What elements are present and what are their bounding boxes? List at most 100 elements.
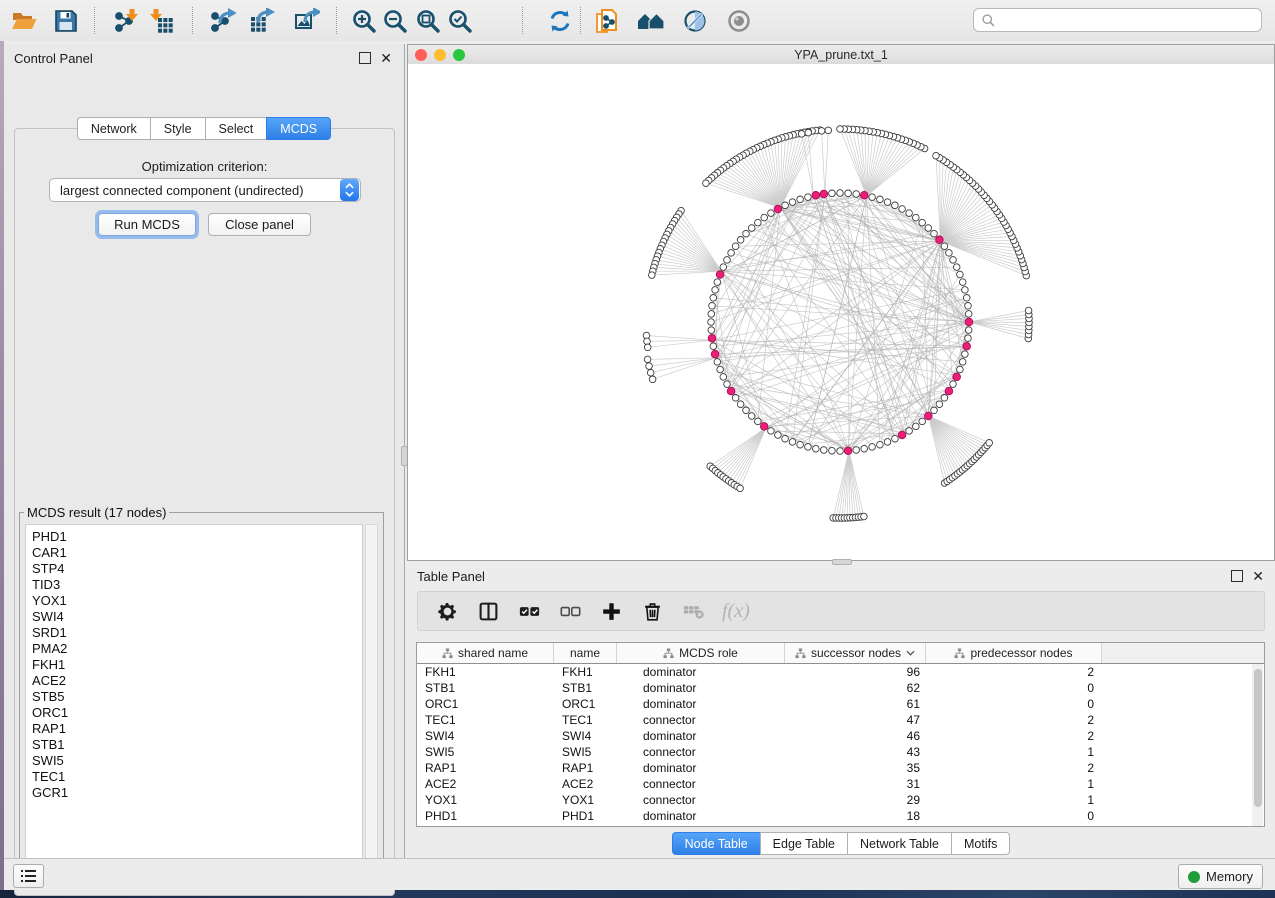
header-filler — [1102, 643, 1264, 663]
cell-MCDS-role: dominator — [617, 809, 785, 823]
cell-name: STB1 — [554, 681, 617, 695]
close-panel-button[interactable]: Close panel — [208, 213, 311, 236]
mcds-result-item[interactable]: RAP1 — [32, 721, 362, 737]
tab-network-table[interactable]: Network Table — [847, 832, 951, 855]
mcds-result-item[interactable]: GCR1 — [32, 785, 362, 801]
plus-icon[interactable] — [599, 599, 623, 623]
mcds-result-item[interactable]: STB1 — [32, 737, 362, 753]
network-window-titlebar[interactable]: YPA_prune.txt_1 — [408, 45, 1274, 65]
tab-motifs[interactable]: Motifs — [951, 832, 1010, 855]
task-history-button[interactable] — [13, 864, 44, 888]
eye-icon[interactable] — [725, 7, 752, 34]
table-row[interactable]: PHD1PHD1dominator180 — [417, 808, 1264, 824]
export-network-icon[interactable] — [209, 7, 236, 34]
toolbar-separator — [192, 7, 193, 34]
mcds-result-item[interactable]: YOX1 — [32, 593, 362, 609]
table-row[interactable]: TEC1TEC1connector472 — [417, 712, 1264, 728]
table-row[interactable]: SWI5SWI5connector431 — [417, 744, 1264, 760]
column-header-predecessor-nodes[interactable]: predecessor nodes — [926, 643, 1102, 663]
mcds-result-title: MCDS result (17 nodes) — [24, 505, 169, 520]
cell-name: ACE2 — [554, 777, 617, 791]
memory-label: Memory — [1206, 869, 1253, 884]
tab-select[interactable]: Select — [205, 117, 267, 140]
tab-edge-table[interactable]: Edge Table — [760, 832, 847, 855]
open-folder-icon[interactable] — [10, 7, 37, 34]
mcds-result-item[interactable]: SRD1 — [32, 625, 362, 641]
mcds-list-scrollbar[interactable] — [365, 524, 378, 872]
mcds-result-list[interactable]: PHD1CAR1STP4TID3YOX1SWI4SRD1PMA2FKH1ACE2… — [25, 524, 363, 872]
help-home-icon[interactable] — [637, 7, 664, 34]
search-box[interactable] — [973, 8, 1262, 32]
control-panel-tabs: NetworkStyleSelectMCDS — [4, 117, 404, 140]
tab-node-table[interactable]: Node Table — [672, 832, 760, 855]
cell-MCDS-role: connector — [617, 713, 785, 727]
control-panel-title: Control Panel — [14, 51, 93, 66]
export-table-icon[interactable] — [248, 7, 275, 34]
table-row[interactable]: RAP1RAP1dominator352 — [417, 760, 1264, 776]
mcds-result-item[interactable]: TEC1 — [32, 769, 362, 785]
table-scrollbar[interactable] — [1252, 664, 1263, 826]
close-table-panel-icon[interactable]: ✕ — [1252, 571, 1264, 581]
export-image-icon[interactable] — [293, 7, 320, 34]
zoom-out-icon[interactable] — [381, 7, 408, 34]
cell-successor-nodes: 18 — [785, 809, 926, 823]
column-header-shared-name[interactable]: shared name — [417, 643, 554, 663]
vizmapper-eye-icon[interactable] — [681, 7, 708, 34]
import-network-icon[interactable] — [113, 7, 140, 34]
delete-table-icon — [681, 599, 705, 623]
refresh-icon[interactable] — [546, 7, 573, 34]
table-row[interactable]: ACE2ACE2connector311 — [417, 776, 1264, 792]
search-input[interactable] — [996, 10, 1261, 30]
uncheck-all-icon[interactable] — [558, 599, 582, 623]
float-panel-icon[interactable] — [359, 52, 371, 64]
tab-mcds[interactable]: MCDS — [266, 117, 331, 140]
shared-column-icon — [663, 648, 674, 659]
mcds-result-item[interactable]: SWI5 — [32, 753, 362, 769]
gear-icon[interactable] — [435, 599, 459, 623]
table-row[interactable]: ORC1ORC1dominator610 — [417, 696, 1264, 712]
trash-icon[interactable] — [640, 599, 664, 623]
mcds-result-item[interactable]: ACE2 — [32, 673, 362, 689]
close-panel-icon[interactable]: ✕ — [380, 53, 392, 63]
table-scrollbar-thumb[interactable] — [1254, 669, 1262, 807]
zoom-selected-icon[interactable] — [446, 7, 473, 34]
import-table-icon[interactable] — [148, 7, 175, 34]
run-mcds-button[interactable]: Run MCDS — [98, 213, 196, 236]
cell-name: SWI4 — [554, 729, 617, 743]
memory-button[interactable]: Memory — [1178, 864, 1263, 889]
mcds-result-item[interactable]: TID3 — [32, 577, 362, 593]
zoom-in-icon[interactable] — [350, 7, 377, 34]
column-header-successor-nodes[interactable]: successor nodes — [785, 643, 926, 663]
table-row[interactable]: SWI4SWI4dominator462 — [417, 728, 1264, 744]
shared-column-icon — [442, 648, 453, 659]
table-row[interactable]: FKH1FKH1dominator962 — [417, 664, 1264, 680]
tab-style[interactable]: Style — [150, 117, 205, 140]
column-header-name[interactable]: name — [554, 643, 617, 663]
save-icon[interactable] — [52, 7, 79, 34]
mcds-result-item[interactable]: ORC1 — [32, 705, 362, 721]
node-table: shared namenameMCDS rolesuccessor nodesp… — [416, 642, 1265, 827]
cell-shared-name: SWI4 — [417, 729, 554, 743]
mcds-result-item[interactable]: CAR1 — [32, 545, 362, 561]
optimization-criterion-select[interactable]: largest connected component (undirected) — [49, 178, 361, 202]
table-row[interactable]: YOX1YOX1connector291 — [417, 792, 1264, 808]
cell-predecessor-nodes: 0 — [926, 697, 1102, 711]
network-file-icon[interactable] — [593, 7, 620, 34]
check-all-icon[interactable] — [517, 599, 541, 623]
table-row[interactable]: STB1STB1dominator620 — [417, 680, 1264, 696]
cell-MCDS-role: dominator — [617, 729, 785, 743]
table-panel-divider-handle[interactable] — [832, 559, 852, 565]
mcds-result-item[interactable]: PHD1 — [32, 529, 362, 545]
zoom-fit-icon[interactable] — [414, 7, 441, 34]
mcds-result-item[interactable]: STB5 — [32, 689, 362, 705]
network-view-canvas[interactable] — [408, 64, 1274, 560]
mcds-result-item[interactable]: SWI4 — [32, 609, 362, 625]
columns-icon[interactable] — [476, 599, 500, 623]
mcds-result-item[interactable]: FKH1 — [32, 657, 362, 673]
mcds-result-item[interactable]: PMA2 — [32, 641, 362, 657]
float-table-panel-icon[interactable] — [1231, 570, 1243, 582]
column-header-MCDS-role[interactable]: MCDS role — [617, 643, 785, 663]
mcds-result-item[interactable]: STP4 — [32, 561, 362, 577]
cell-successor-nodes: 29 — [785, 793, 926, 807]
tab-network[interactable]: Network — [77, 117, 150, 140]
